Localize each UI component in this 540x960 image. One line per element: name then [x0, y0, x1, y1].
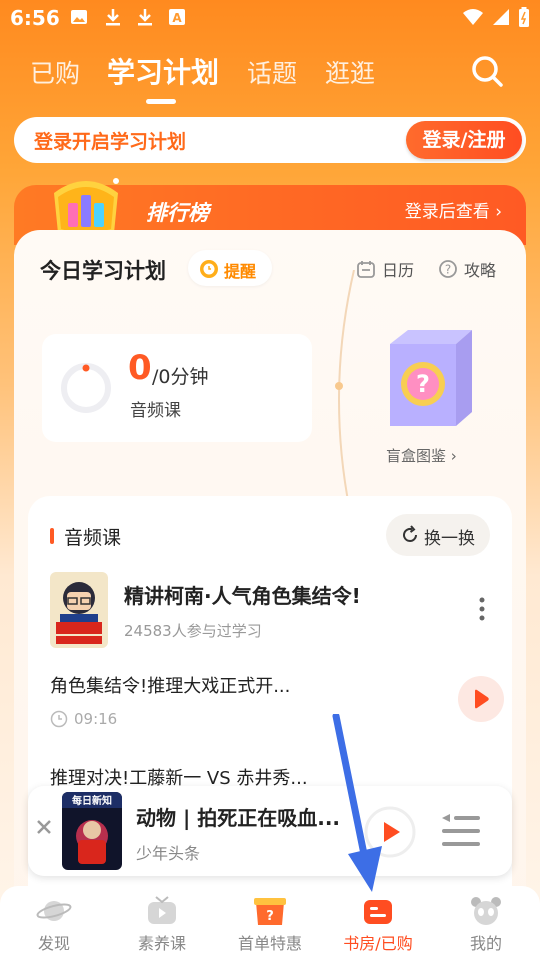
cover-caption: 每日新知 — [72, 794, 112, 807]
top-tab-bar: 已购 学习计划 话题 逛逛 — [0, 48, 540, 104]
plan-title: 今日学习计划 — [40, 259, 166, 283]
bottom-navigation: 发现 素养课 ? 首单特惠 书房/已购 我的 — [0, 886, 540, 960]
login-banner: 登录开启学习计划 登录/注册 — [14, 117, 526, 163]
nav-label: 首单特惠 — [237, 934, 302, 953]
svg-text:A: A — [172, 11, 182, 25]
search-icon[interactable] — [470, 54, 504, 88]
progress-path-decoration — [335, 270, 355, 530]
ranking-login-link[interactable]: 登录后查看 › — [405, 197, 502, 222]
course-participants: 24583人参与过学习 — [124, 622, 262, 640]
swap-button[interactable]: 换一换 — [386, 514, 490, 556]
remind-button[interactable]: 提醒 — [188, 250, 272, 286]
tab-browse[interactable]: 逛逛 — [325, 54, 375, 90]
audio-course-section-title: 音频课 — [64, 527, 122, 549]
planet-icon — [36, 901, 72, 921]
episode-duration: 09:16 — [50, 710, 117, 728]
download-icon — [138, 9, 152, 26]
player-play-icon[interactable] — [364, 806, 416, 858]
tv-icon — [148, 896, 176, 924]
remind-label: 提醒 — [224, 262, 257, 281]
login-prompt: 登录开启学习计划 — [34, 131, 187, 153]
guide-link[interactable]: ? 攻略 — [438, 257, 496, 281]
svg-text:?: ? — [445, 263, 451, 277]
blind-box-icon[interactable]: ? — [380, 328, 474, 428]
nav-label: 素养课 — [137, 934, 186, 953]
conan-cover-art — [50, 572, 108, 648]
tab-purchased[interactable]: 已购 — [30, 54, 80, 90]
blind-box-gallery-link[interactable]: 盲盒图鉴 › — [386, 445, 457, 466]
swap-label: 换一换 — [424, 529, 475, 549]
now-playing-title[interactable]: 动物 | 拍死正在吸血... — [136, 802, 340, 831]
nav-label: 书房/已购 — [343, 934, 413, 953]
bookshelf-icon — [364, 900, 392, 924]
playlist-icon[interactable] — [440, 812, 482, 850]
calendar-label: 日历 — [382, 261, 415, 280]
study-stat-card: 0 /0分钟 音频课 — [42, 334, 312, 442]
now-playing-subtitle: 少年头条 — [136, 844, 201, 863]
mini-player[interactable]: 每日新知 动物 | 拍死正在吸血... 少年头条 — [28, 786, 512, 876]
play-icon — [475, 689, 489, 709]
nav-label: 发现 — [37, 934, 70, 953]
episode-title[interactable]: 角色集结令!推理大戏正式开... — [50, 672, 290, 698]
news-cover-art: 每日新知 — [62, 792, 122, 870]
svg-text:?: ? — [266, 909, 274, 924]
battery-icon — [519, 7, 529, 27]
nav-bookshelf[interactable]: 书房/已购 — [333, 896, 423, 954]
nav-label: 我的 — [469, 934, 502, 953]
help-circle-icon: ? — [439, 260, 457, 278]
ranking-title: 排行榜 — [146, 201, 209, 225]
course-title[interactable]: 精讲柯南·人气角色集结令! — [124, 580, 361, 609]
episode-duration-text: 09:16 — [74, 710, 118, 728]
clock-icon — [50, 710, 68, 728]
panda-icon — [471, 897, 501, 925]
login-register-button[interactable]: 登录/注册 — [406, 121, 522, 159]
image-icon — [71, 10, 87, 24]
nav-discover[interactable]: 发现 — [9, 896, 99, 954]
more-options-icon[interactable] — [478, 596, 486, 622]
refresh-icon — [403, 525, 417, 542]
svg-text:?: ? — [416, 370, 430, 398]
course-cover-image[interactable] — [50, 572, 108, 648]
active-tab-indicator — [146, 99, 176, 104]
tab-topics[interactable]: 话题 — [247, 54, 297, 90]
study-type-label: 音频课 — [130, 401, 181, 421]
close-icon[interactable] — [36, 819, 52, 835]
nav-first-order-deal[interactable]: ? 首单特惠 — [225, 896, 315, 954]
font-a-icon: A — [169, 9, 185, 25]
study-minutes-unit: /0分钟 — [152, 366, 209, 388]
guide-label: 攻略 — [464, 261, 497, 280]
status-time: 6:56 — [10, 6, 60, 30]
tab-study-plan[interactable]: 学习计划 — [107, 51, 219, 91]
download-icon — [106, 9, 120, 26]
nav-literacy-course[interactable]: 素养课 — [117, 896, 207, 954]
nav-me[interactable]: 我的 — [441, 896, 531, 954]
signal-icon — [493, 9, 509, 25]
study-minutes-value: 0 — [128, 348, 152, 388]
section-accent-bar — [50, 528, 54, 544]
now-playing-cover[interactable]: 每日新知 — [62, 792, 122, 870]
episode-play-button[interactable] — [458, 676, 504, 722]
status-bar: 6:56 A — [0, 0, 540, 36]
gift-box-icon: ? — [254, 898, 286, 925]
alarm-clock-icon — [200, 260, 218, 278]
wifi-icon — [463, 9, 483, 25]
progress-ring — [61, 363, 111, 413]
